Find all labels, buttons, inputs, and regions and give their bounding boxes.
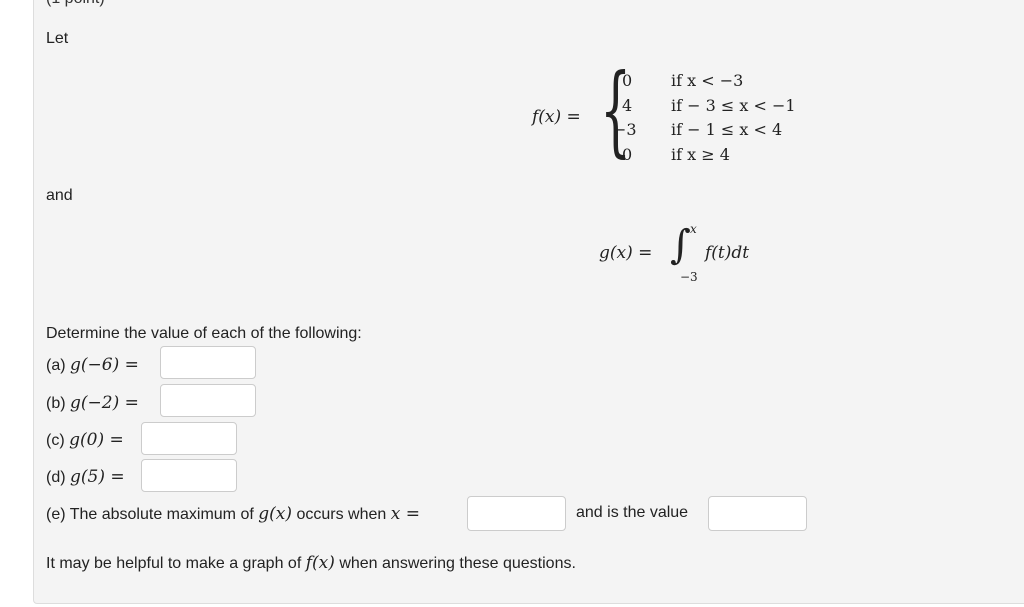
- answer-c-input[interactable]: [141, 422, 237, 455]
- question-e: (e) The absolute maximum of g(x) occurs …: [46, 504, 420, 524]
- integral-sign: ∫: [670, 222, 691, 268]
- g-lhs: g(x) =: [599, 243, 653, 263]
- case-condition: if x ≥ 4: [671, 145, 730, 164]
- question-c: (c) g(0) =: [46, 430, 124, 450]
- answer-e-value-input[interactable]: [708, 496, 807, 531]
- question-label: (a): [46, 357, 66, 374]
- integral-upper: x: [690, 222, 697, 236]
- prompt-text: Determine the value of each of the follo…: [46, 325, 362, 342]
- question-expr: x =: [390, 504, 420, 524]
- question-d: (d) g(5) =: [46, 467, 125, 487]
- answer-d-input[interactable]: [141, 459, 237, 492]
- case-value: −3: [613, 120, 637, 139]
- case-condition: if x < −3: [671, 71, 744, 90]
- f-lhs: f(x) =: [532, 107, 581, 127]
- answer-a-input[interactable]: [160, 346, 256, 379]
- question-label: (d): [46, 469, 66, 486]
- case-condition: if − 1 ≤ x < 4: [671, 120, 783, 139]
- hint-text: It may be helpful to make a graph of f(x…: [46, 553, 576, 573]
- and-text: and: [46, 187, 73, 204]
- case-condition: if − 3 ≤ x < −1: [671, 96, 796, 115]
- question-text: occurs when: [296, 506, 387, 523]
- points-label: (1 point): [46, 0, 105, 8]
- answer-e-x-input[interactable]: [467, 496, 566, 531]
- question-text: (e) The absolute maximum of: [46, 506, 254, 523]
- hint-part: It may be helpful to make a graph of: [46, 555, 302, 572]
- question-expr: g(0) =: [69, 430, 124, 450]
- question-expr: g(x): [258, 504, 292, 524]
- hint-part: when answering these questions.: [339, 555, 576, 572]
- question-a: (a) g(−6) =: [46, 355, 139, 375]
- integral-lower: −3: [680, 270, 698, 284]
- case-value: 0: [622, 145, 633, 164]
- case-value: 4: [622, 96, 633, 115]
- answer-b-input[interactable]: [160, 384, 256, 417]
- question-e-text: and is the value: [576, 504, 689, 521]
- case-value: 0: [622, 71, 633, 90]
- let-text: Let: [46, 30, 69, 47]
- hint-expr: f(x): [305, 553, 335, 573]
- question-label: (b): [46, 395, 66, 412]
- integrand: f(t)dt: [705, 243, 750, 263]
- question-expr: g(−6) =: [70, 355, 139, 375]
- question-b: (b) g(−2) =: [46, 393, 139, 413]
- question-expr: g(−2) =: [70, 393, 139, 413]
- question-label: (c): [46, 432, 65, 449]
- question-expr: g(5) =: [70, 467, 125, 487]
